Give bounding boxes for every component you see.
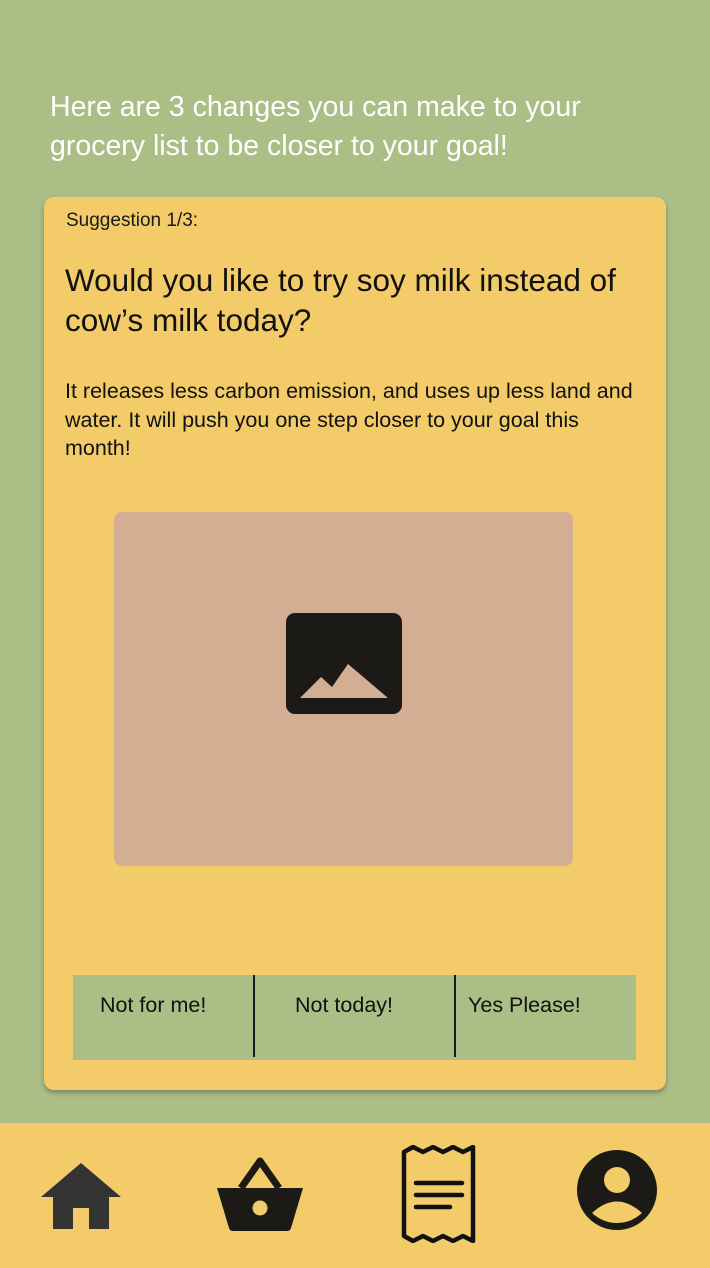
nav-basket-button[interactable]	[215, 1156, 305, 1237]
suggestion-question: Would you like to try soy milk instead o…	[65, 262, 616, 338]
yes-please-button[interactable]: Yes Please!	[456, 975, 636, 1060]
nav-profile-button[interactable]	[576, 1149, 658, 1236]
not-for-me-button[interactable]: Not for me!	[73, 975, 255, 1057]
profile-icon	[577, 1150, 657, 1230]
not-today-button[interactable]: Not today!	[255, 975, 456, 1057]
receipt-icon	[401, 1144, 476, 1244]
home-icon	[41, 1163, 121, 1229]
choice-buttons: Not for me! Not today! Yes Please!	[73, 975, 636, 1060]
nav-home-button[interactable]	[40, 1161, 122, 1236]
image-placeholder-icon	[286, 613, 402, 714]
not-today-label: Not today!	[295, 993, 393, 1017]
suggestion-card: Suggestion 1/3: Would you like to try so…	[44, 197, 666, 1090]
bottom-nav	[0, 1123, 710, 1268]
yes-please-label: Yes Please!	[468, 993, 581, 1017]
suggestion-description: It releases less carbon emission, and us…	[65, 379, 633, 460]
not-for-me-label: Not for me!	[100, 993, 207, 1017]
product-image-placeholder	[114, 512, 573, 866]
basket-icon	[217, 1157, 303, 1231]
nav-receipt-button[interactable]	[400, 1144, 478, 1248]
suggestion-counter: Suggestion 1/3:	[66, 210, 199, 231]
header-text: Here are 3 changes you can make to your …	[50, 91, 581, 162]
